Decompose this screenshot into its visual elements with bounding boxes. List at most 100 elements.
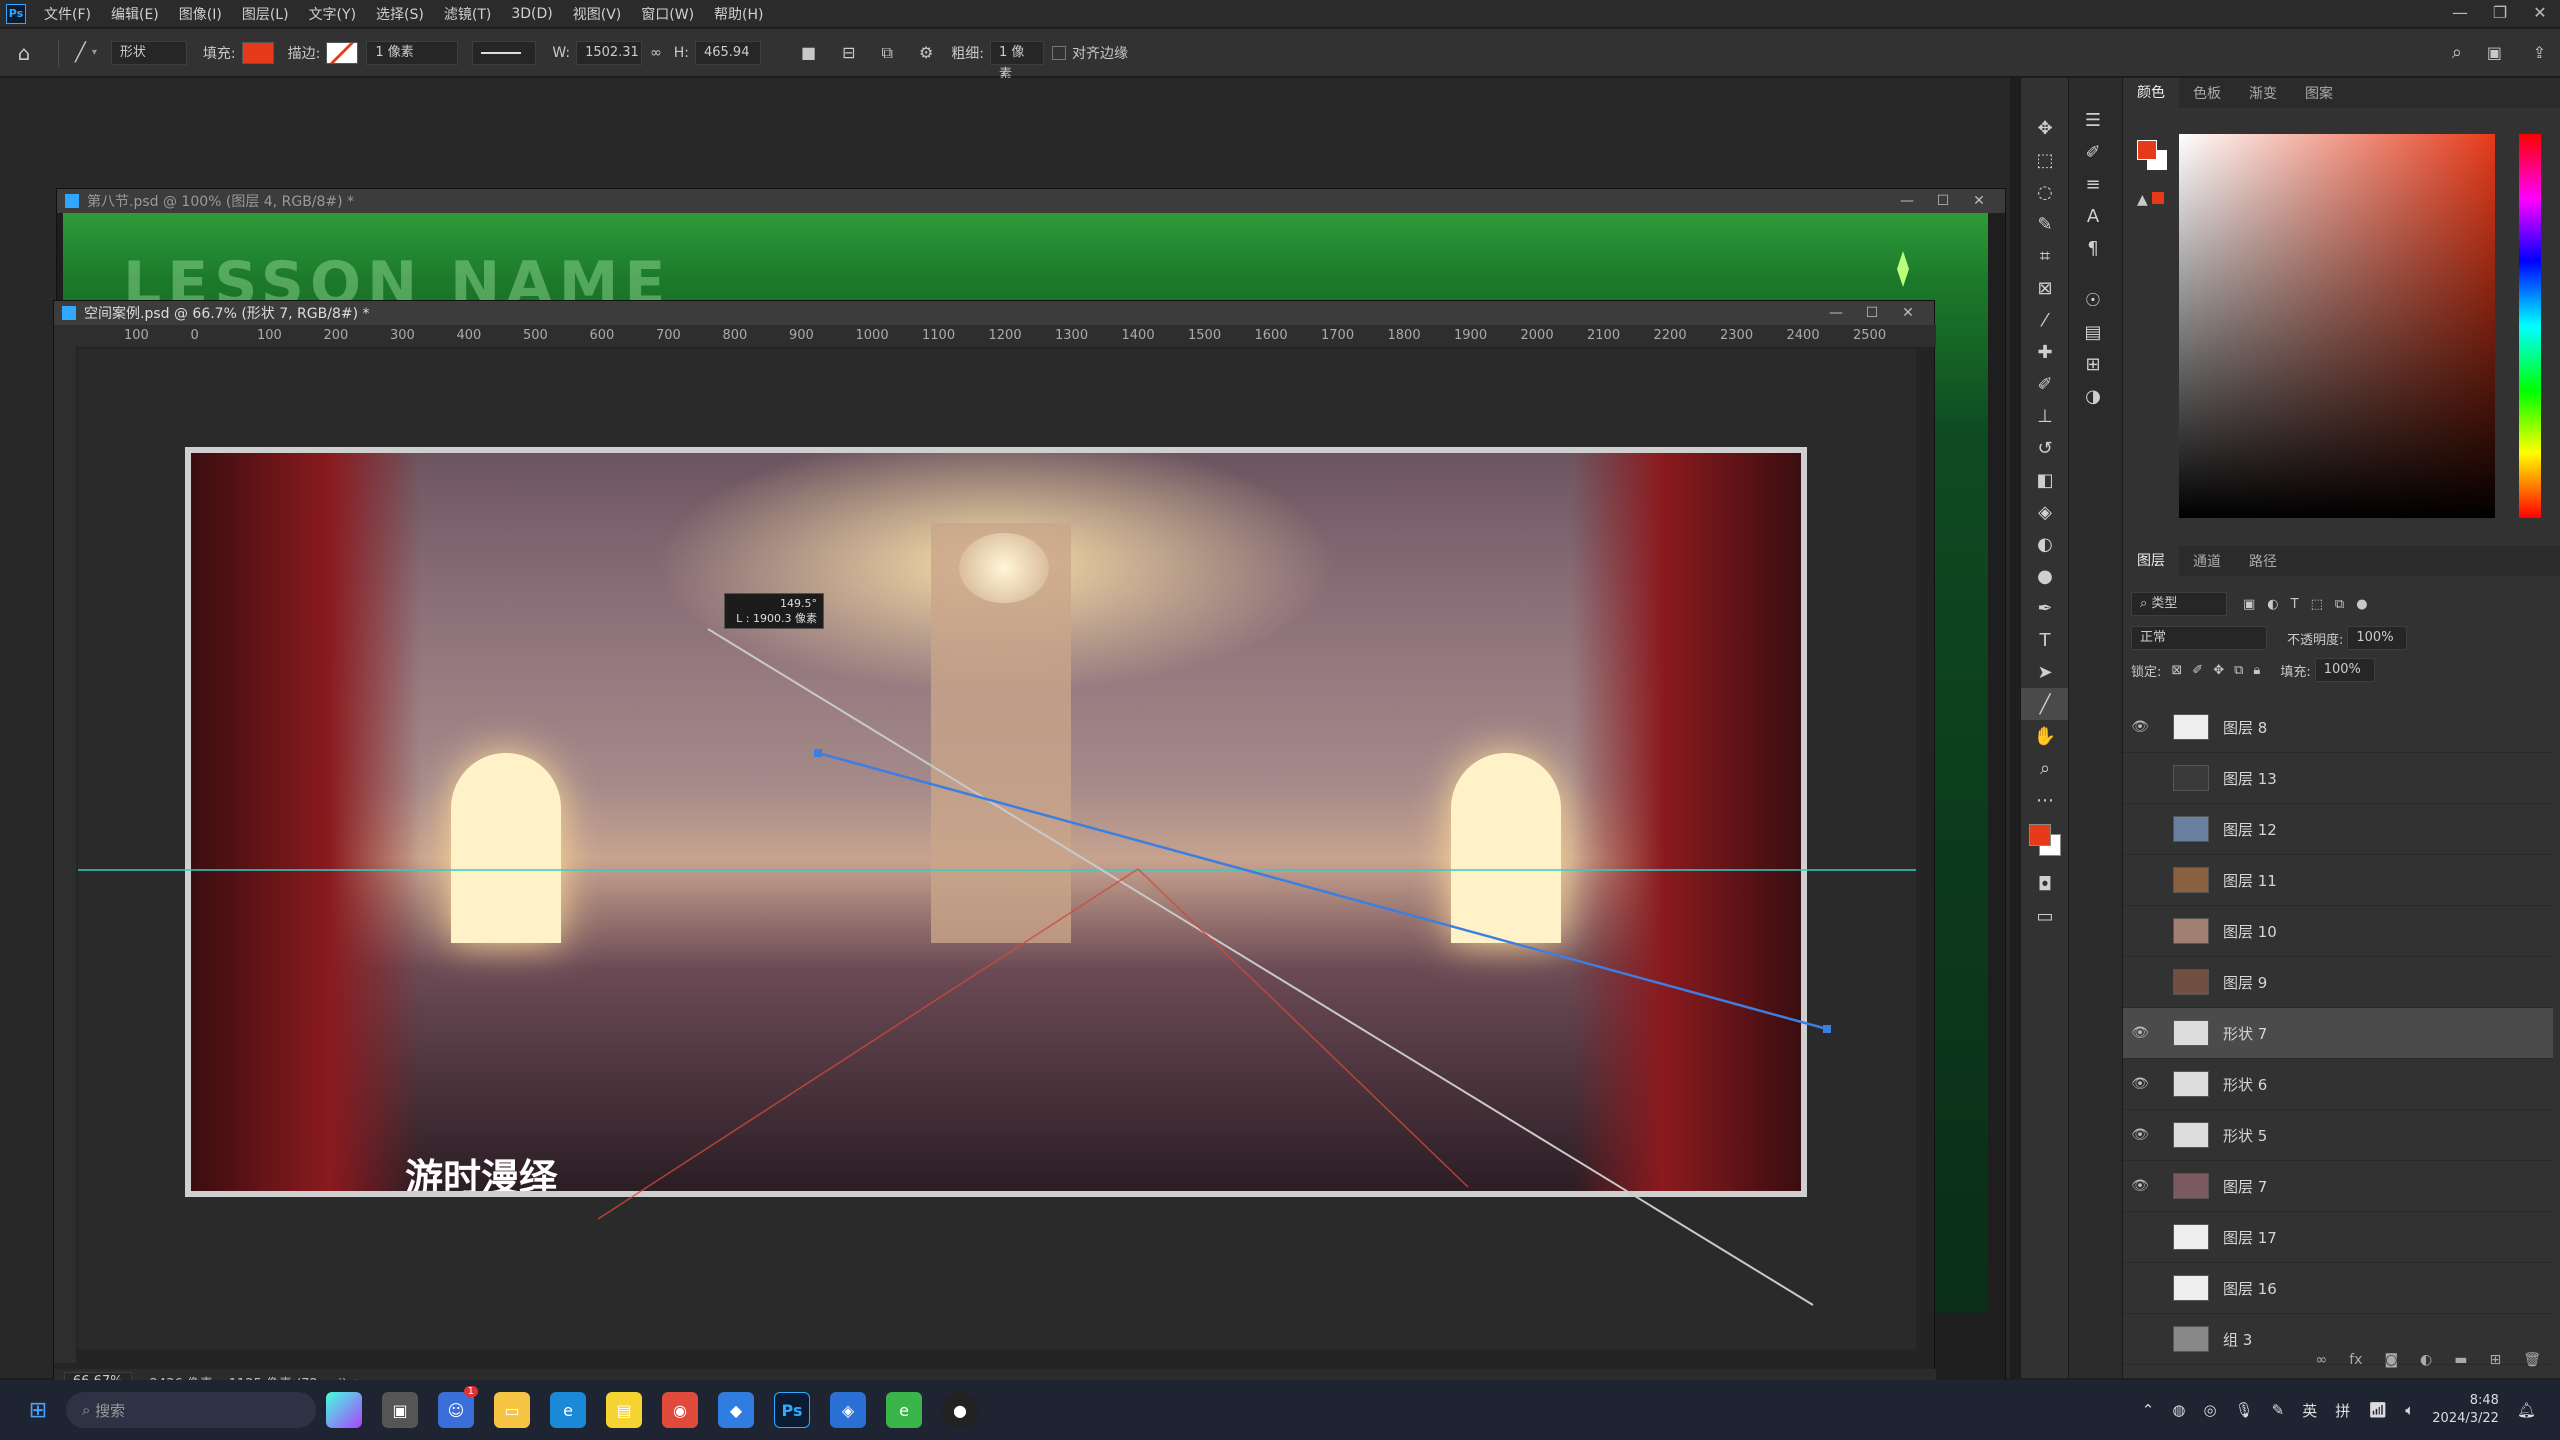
chat-app-icon[interactable]: ☺ 1: [438, 1386, 478, 1428]
menu-image[interactable]: 图像(I): [169, 4, 232, 24]
trash-icon[interactable]: 🗑︎: [2523, 1352, 2541, 1368]
vertical-ruler[interactable]: [54, 347, 76, 1363]
line-tool-icon[interactable]: ╱: [2021, 688, 2069, 720]
magic-wand-tool-icon[interactable]: ✎: [2021, 208, 2069, 240]
menu-help[interactable]: 帮助(H): [704, 4, 773, 24]
history-panel-icon[interactable]: ☰: [2069, 104, 2117, 136]
opacity-field[interactable]: 100%: [2347, 626, 2408, 650]
lock-artboard-icon[interactable]: ⧉: [2234, 663, 2243, 678]
dodge-tool-icon[interactable]: ●: [2021, 560, 2069, 592]
close-icon[interactable]: ✕: [1961, 189, 1997, 213]
type-tool-icon[interactable]: T: [2021, 624, 2069, 656]
perspective-line-red[interactable]: [597, 868, 1139, 1220]
foreground-color-swatch[interactable]: [2137, 140, 2157, 160]
tab-swatches[interactable]: 色板: [2179, 83, 2235, 103]
move-tool-icon[interactable]: ✥: [2021, 112, 2069, 144]
anchor-point[interactable]: [1823, 1025, 1831, 1033]
layer-row[interactable]: 👁︎ 形状 6: [2123, 1059, 2553, 1110]
home-icon[interactable]: ⌂: [0, 41, 48, 65]
anchor-point[interactable]: [814, 749, 822, 757]
filter-type-icon[interactable]: T: [2291, 597, 2299, 612]
wifi-icon[interactable]: 📶︎: [2368, 1401, 2387, 1419]
menu-select[interactable]: 选择(S): [366, 4, 434, 24]
photoshop-taskbar-icon[interactable]: Ps: [774, 1392, 810, 1428]
tab-paths[interactable]: 路径: [2235, 551, 2291, 571]
path-arrangement-icon[interactable]: ⧉: [882, 43, 893, 63]
workspace-icon[interactable]: ▣: [2487, 43, 2502, 62]
ime-language[interactable]: 英: [2302, 1400, 2317, 1421]
layer-row[interactable]: 图层 10: [2123, 906, 2553, 957]
color-swatches[interactable]: [2021, 816, 2069, 868]
perspective-line-gray[interactable]: [707, 628, 1814, 1306]
layer-row[interactable]: 👁︎ 形状 7: [2123, 1008, 2553, 1059]
layer-row[interactable]: 👁︎ 图层 7: [2123, 1161, 2553, 1212]
screen-mode-icon[interactable]: ▭: [2021, 900, 2069, 932]
task-view-icon[interactable]: ▣: [382, 1392, 418, 1428]
edge-browser-icon[interactable]: e: [550, 1392, 586, 1428]
hue-slider[interactable]: [2519, 134, 2541, 518]
windows-start-icon[interactable]: ⊞: [20, 1392, 56, 1428]
stroke-swatch[interactable]: [326, 41, 359, 64]
tray-app-icon[interactable]: ◎: [2203, 1401, 2216, 1419]
visibility-eye-icon[interactable]: 👁︎: [2123, 1025, 2157, 1041]
filter-shape-icon[interactable]: ⬚: [2311, 597, 2323, 612]
minimize-icon[interactable]: —: [1889, 189, 1925, 213]
menu-view[interactable]: 视图(V): [563, 4, 632, 24]
filter-toggle-icon[interactable]: ●: [2356, 597, 2367, 612]
file-explorer-icon[interactable]: ▭: [494, 1392, 530, 1428]
share-icon[interactable]: ⇪: [2533, 43, 2546, 62]
menu-window[interactable]: 窗口(W): [631, 4, 704, 24]
back-document-tab[interactable]: 第八节.psd @ 100% (图层 4, RGB/8#) * — ☐ ✕: [57, 189, 2005, 213]
clock[interactable]: 8:48 2024/3/22: [2432, 1392, 2499, 1428]
path-selection-tool-icon[interactable]: ➤: [2021, 656, 2069, 688]
paragraph-panel-icon[interactable]: ¶: [2069, 232, 2117, 264]
microphone-icon[interactable]: 🎙︎: [2235, 1401, 2254, 1419]
fill-field[interactable]: 100%: [2314, 658, 2375, 682]
maximize-icon[interactable]: ☐: [1925, 189, 1961, 213]
libraries-panel-icon[interactable]: ▤: [2069, 316, 2117, 348]
learn-panel-icon[interactable]: ☉: [2069, 284, 2117, 316]
taskbar-search[interactable]: ⌕ 搜索: [66, 1392, 316, 1428]
blur-tool-icon[interactable]: ◐: [2021, 528, 2069, 560]
tab-channels[interactable]: 通道: [2179, 551, 2235, 571]
volume-icon[interactable]: 🔈︎: [2405, 1401, 2414, 1419]
menu-layer[interactable]: 图层(L): [232, 4, 299, 24]
fx-icon[interactable]: fx: [2349, 1352, 2362, 1368]
layer-row[interactable]: 图层 11: [2123, 855, 2553, 906]
close-icon[interactable]: ✕: [1890, 301, 1926, 325]
new-layer-icon[interactable]: ⊞: [2489, 1352, 2501, 1368]
app-icon[interactable]: ◆: [718, 1392, 754, 1428]
menu-type[interactable]: 文字(Y): [299, 4, 366, 24]
link-icon[interactable]: ∞: [650, 45, 662, 61]
tab-layers[interactable]: 图层: [2123, 546, 2179, 576]
filter-smart-object-icon[interactable]: ⧉: [2335, 597, 2344, 612]
layer-row[interactable]: 图层 13: [2123, 753, 2553, 804]
stamp-tool-icon[interactable]: ⊥: [2021, 400, 2069, 432]
restore-icon[interactable]: ❐: [2480, 0, 2520, 28]
layer-filter-select[interactable]: ⌕ 类型: [2131, 592, 2227, 616]
layer-row[interactable]: 图层 16: [2123, 1263, 2553, 1314]
minimize-icon[interactable]: —: [2440, 0, 2480, 28]
more-tools-icon[interactable]: ⋯: [2021, 784, 2069, 816]
menu-3d[interactable]: 3D(D): [501, 6, 562, 22]
filter-pixel-icon[interactable]: ▣: [2243, 597, 2255, 612]
menu-filter[interactable]: 滤镜(T): [434, 4, 501, 24]
path-operations-icon[interactable]: ■: [801, 43, 816, 62]
tab-patterns[interactable]: 图案: [2291, 83, 2347, 103]
layer-row[interactable]: 图层 12: [2123, 804, 2553, 855]
app-icon[interactable]: ●: [942, 1392, 978, 1428]
marquee-tool-icon[interactable]: ⬚: [2021, 144, 2069, 176]
visibility-eye-icon[interactable]: 👁︎: [2123, 1076, 2157, 1092]
eraser-tool-icon[interactable]: ◧: [2021, 464, 2069, 496]
foreground-color-swatch[interactable]: [2029, 824, 2051, 846]
zoom-tool-icon[interactable]: ⌕: [2021, 752, 2069, 784]
lock-all-icon[interactable]: 🔒︎: [2253, 663, 2260, 678]
add-mask-icon[interactable]: ◙: [2384, 1352, 2398, 1368]
character-panel-icon[interactable]: A: [2069, 200, 2117, 232]
visibility-eye-icon[interactable]: 👁︎: [2123, 1178, 2157, 1194]
layer-row[interactable]: 👁︎ 形状 5: [2123, 1110, 2553, 1161]
history-brush-tool-icon[interactable]: ↺: [2021, 432, 2069, 464]
copilot-icon[interactable]: [326, 1392, 362, 1428]
app-icon[interactable]: ◈: [830, 1392, 866, 1428]
visibility-eye-icon[interactable]: 👁︎: [2123, 719, 2157, 735]
